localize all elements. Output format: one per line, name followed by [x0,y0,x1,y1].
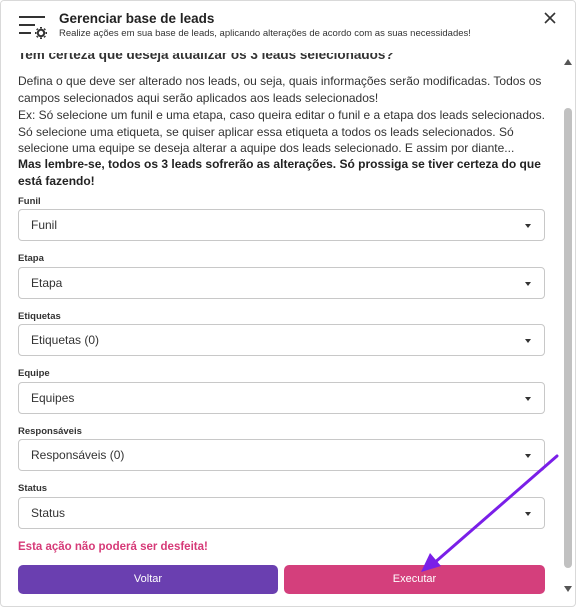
caret-down-icon [525,282,531,286]
scrollbar-thumb[interactable] [564,108,572,568]
responsible-select[interactable]: Responsáveis (0) [18,439,545,471]
stage-select[interactable]: Etapa [18,267,545,299]
team-label: Equipe [18,368,50,379]
confirmation-question: Tem certeza que deseja atualizar os 3 le… [18,53,394,62]
funnel-label: Funil [18,196,41,207]
caret-down-icon [525,454,531,458]
responsible-label: Responsáveis [18,426,82,437]
caret-down-icon [525,512,531,516]
reminder-paragraph: Mas lembre-se, todos os 3 leads sofrerão… [18,157,541,188]
scrollbar[interactable] [561,53,575,598]
instructions-paragraph: Defina o que deve ser alterado nos leads… [18,74,542,105]
tags-select[interactable]: Etiquetas (0) [18,324,545,356]
status-select-value: Status [31,506,66,520]
dialog-title: Gerenciar base de leads [59,11,215,26]
back-button[interactable]: Voltar [18,565,278,594]
caret-down-icon [525,224,531,228]
execute-button[interactable]: Executar [284,565,545,594]
caret-down-icon [525,397,531,401]
responsible-select-value: Responsáveis (0) [31,448,125,462]
manage-leads-dialog: Gerenciar base de leads Realize ações em… [0,0,576,607]
filter-settings-icon [19,16,47,39]
caret-down-icon [525,339,531,343]
tags-label: Etiquetas [18,311,61,322]
status-select[interactable]: Status [18,497,545,529]
tags-select-value: Etiquetas (0) [31,333,100,347]
dialog-header: Gerenciar base de leads Realize ações em… [1,1,575,53]
status-label: Status [18,483,48,494]
scroll-down-icon[interactable] [564,586,572,592]
example-paragraph: Ex: Só selecione um funil e uma etapa, c… [18,108,545,155]
dialog-subtitle: Realize ações em sua base de leads, apli… [59,28,471,39]
close-icon[interactable] [543,11,557,25]
irreversible-warning: Esta ação não poderá ser desfeita! [18,541,208,553]
funnel-select-value: Funil [31,218,58,232]
scroll-up-icon[interactable] [564,59,572,65]
team-select[interactable]: Equipes [18,382,545,414]
stage-select-value: Etapa [31,276,63,290]
team-select-value: Equipes [31,391,75,405]
funnel-select[interactable]: Funil [18,209,545,241]
stage-label: Etapa [18,253,44,264]
